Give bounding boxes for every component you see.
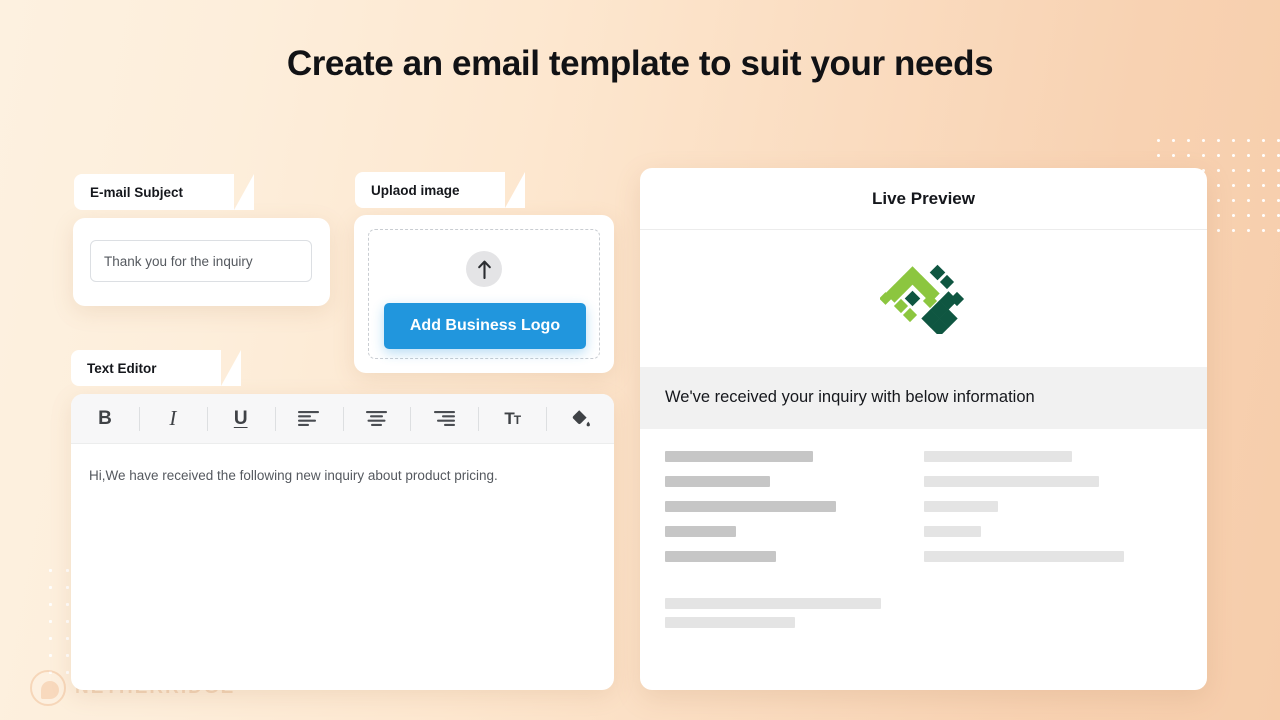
tab-text-editor-label: Text Editor [87, 360, 157, 376]
align-center-icon[interactable] [342, 394, 411, 443]
live-preview-title: Live Preview [871, 188, 975, 208]
align-left-icon[interactable] [274, 394, 343, 443]
upload-dropzone[interactable]: Add Business Logo [368, 229, 600, 359]
bold-glyph: B [98, 408, 112, 429]
preview-headline-band: We've received your inquiry with below i… [640, 367, 1207, 429]
tab-email-subject-label: E-mail Subject [90, 184, 184, 200]
placeholder-bar [923, 525, 981, 537]
placeholder-row [665, 500, 1182, 512]
italic-glyph: I [169, 406, 177, 430]
preview-content-placeholder [640, 429, 1207, 562]
preview-logo-area [640, 230, 1207, 367]
font-size-glyph: TT [504, 409, 521, 428]
bold-icon[interactable]: B [71, 394, 139, 443]
tab-text-editor: Text Editor [71, 350, 241, 386]
placeholder-bar [665, 500, 836, 512]
editor-body[interactable]: Hi,We have received the following new in… [71, 444, 614, 508]
underline-icon[interactable]: U [206, 394, 275, 443]
placeholder-row [665, 450, 1182, 462]
placeholder-row [665, 475, 1182, 487]
placeholder-bar [665, 616, 795, 628]
placeholder-bar [923, 450, 1072, 462]
decorative-dot-grid-left [40, 560, 74, 678]
tab-email-subject: E-mail Subject [74, 174, 254, 210]
placeholder-bar [665, 525, 736, 537]
editor-toolbar: B I U TT [71, 394, 614, 444]
placeholder-bar [923, 500, 998, 512]
placeholder-bar [665, 597, 881, 609]
align-right-icon[interactable] [410, 394, 478, 443]
placeholder-row [665, 550, 1182, 562]
placeholder-bar [665, 450, 813, 462]
placeholder-bar [665, 550, 776, 562]
text-editor-panel: B I U TT Hi,We have received the followi… [71, 394, 614, 690]
font-size-icon[interactable]: TT [478, 394, 546, 443]
add-business-logo-button[interactable]: Add Business Logo [384, 303, 586, 349]
watermark-logo-icon [30, 670, 66, 706]
live-preview-header: Live Preview [640, 168, 1207, 230]
tab-upload-image: Uplaod image [355, 172, 525, 208]
page-title: Create an email template to suit your ne… [286, 44, 994, 83]
email-subject-input[interactable] [90, 240, 312, 282]
fill-color-icon[interactable] [546, 394, 614, 443]
placeholder-bar [923, 550, 1124, 562]
live-preview-panel: Live Preview We've received your inquiry… [640, 168, 1207, 690]
preview-footer-placeholder [640, 576, 1207, 628]
email-subject-panel [73, 218, 330, 306]
tab-upload-image-label: Uplaod image [371, 182, 460, 198]
italic-icon[interactable]: I [138, 394, 207, 443]
underline-glyph: U [233, 408, 248, 429]
company-diamond-logo [879, 264, 964, 334]
placeholder-bar [665, 475, 770, 487]
preview-headline: We've received your inquiry with below i… [665, 388, 1035, 406]
upload-image-panel: Add Business Logo [354, 215, 614, 373]
upload-arrow-icon [466, 251, 502, 287]
placeholder-row [665, 525, 1182, 537]
placeholder-bar [923, 475, 1099, 487]
